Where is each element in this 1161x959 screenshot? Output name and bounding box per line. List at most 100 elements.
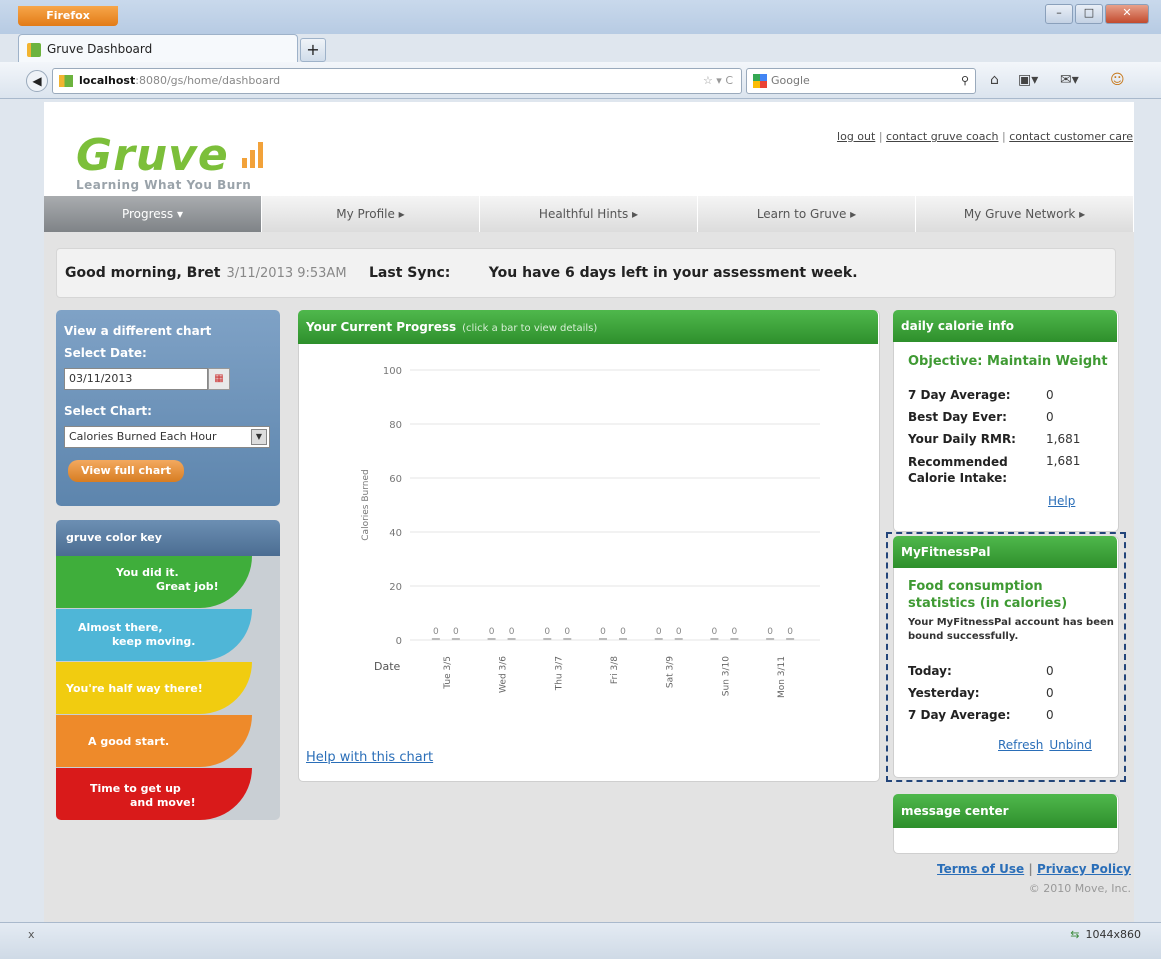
window-titlebar bbox=[0, 0, 1161, 34]
stat-value: 0 bbox=[1046, 410, 1054, 424]
band-text: and move! bbox=[130, 796, 196, 809]
chart-bar bbox=[451, 638, 460, 640]
progress-title: Your Current Progress bbox=[306, 320, 457, 334]
home-icon[interactable]: ⌂ bbox=[990, 70, 999, 90]
stat-value: 0 bbox=[1046, 388, 1054, 402]
url-path: :8080/gs/home/dashboard bbox=[135, 74, 281, 87]
chart-select[interactable]: Calories Burned Each Hour ▼ bbox=[64, 426, 270, 448]
privacy-link[interactable]: Privacy Policy bbox=[1037, 862, 1131, 876]
help-with-chart-link[interactable]: Help with this chart bbox=[306, 750, 433, 765]
bar-data-label: 0 bbox=[656, 627, 662, 637]
calorie-help-link[interactable]: Help bbox=[1048, 494, 1075, 508]
terms-link[interactable]: Terms of Use bbox=[937, 862, 1024, 876]
nav-healthful-hints[interactable]: Healthful Hints ▸ bbox=[480, 196, 698, 232]
favicon-icon bbox=[27, 42, 41, 57]
chart-bar bbox=[654, 638, 663, 640]
color-key-band-orange: A good start. bbox=[56, 715, 252, 767]
calorie-info-title: daily calorie info bbox=[893, 310, 1117, 342]
tagline: Learning What You Burn bbox=[76, 178, 252, 192]
bound-note: Your MyFitnessPal account has been bound… bbox=[908, 617, 1114, 642]
y-tick-label: 80 bbox=[389, 420, 402, 431]
calendar-icon[interactable]: ▦ bbox=[208, 368, 230, 390]
color-key-band-yellow: You're half way there! bbox=[56, 662, 252, 714]
bar-data-label: 0 bbox=[489, 627, 495, 637]
x-tick-label: Wed 3/6 bbox=[499, 656, 509, 693]
persona-icon[interactable]: ☺ bbox=[1110, 70, 1125, 90]
food-stats-title: Food consumption statistics (in calories… bbox=[908, 579, 1068, 611]
chevron-down-icon: ▼ bbox=[251, 429, 267, 445]
stat-label: Best Day Ever: bbox=[908, 410, 1007, 424]
header-links: log out | contact gruve coach | contact … bbox=[837, 130, 1133, 143]
bar-data-label: 0 bbox=[767, 627, 773, 637]
addon-icon[interactable]: ✉▾ bbox=[1060, 70, 1079, 90]
band-text: keep moving. bbox=[112, 635, 196, 648]
url-host: localhost bbox=[79, 74, 136, 87]
calories-chart[interactable]: 0 20 40 60 80 100 Calories Burned Date 0 0 Tue 3/5… bbox=[340, 350, 860, 730]
x-tick-label: Sun 3/10 bbox=[721, 656, 731, 696]
unbind-link[interactable]: Unbind bbox=[1049, 738, 1092, 752]
new-tab-button[interactable]: + bbox=[300, 38, 326, 62]
band-text: Great job! bbox=[156, 580, 219, 593]
window-size-indicator: ⇆ 1044x860 bbox=[1070, 928, 1141, 941]
myfitnesspal-title: MyFitnessPal bbox=[893, 536, 1117, 568]
chart-bar bbox=[674, 638, 683, 640]
color-key-band-blue: Almost there, keep moving. bbox=[56, 609, 252, 661]
window-size-text: 1044x860 bbox=[1085, 928, 1142, 941]
close-addon-bar-icon[interactable]: x bbox=[28, 928, 35, 941]
bar-data-label: 0 bbox=[509, 627, 515, 637]
stat-label: Your Daily RMR: bbox=[908, 432, 1016, 446]
search-bar[interactable]: Google ⚲ bbox=[746, 68, 976, 94]
google-icon bbox=[753, 74, 767, 88]
x-axis-label: Date bbox=[374, 660, 401, 673]
nav-my-profile[interactable]: My Profile ▸ bbox=[262, 196, 480, 232]
y-tick-label: 20 bbox=[389, 582, 402, 593]
mfp-value: 0 bbox=[1046, 686, 1054, 700]
x-tick-label: Mon 3/11 bbox=[777, 656, 787, 698]
firefox-menu-button[interactable]: Firefox bbox=[18, 6, 118, 26]
back-button[interactable]: ◀ bbox=[26, 70, 48, 92]
minimize-icon[interactable]: – bbox=[1045, 4, 1073, 24]
maximize-icon[interactable]: □ bbox=[1075, 4, 1103, 24]
chart-selector-panel: View a different chart Select Date: 03/1… bbox=[56, 310, 280, 506]
url-bar[interactable]: localhost:8080/gs/home/dashboard ☆ ▾ C bbox=[52, 68, 742, 94]
close-icon[interactable]: ✕ bbox=[1105, 4, 1149, 24]
bookmark-star-icon[interactable]: ☆ ▾ C bbox=[703, 69, 733, 93]
chart-bar bbox=[507, 638, 516, 640]
x-tick-label: Tue 3/5 bbox=[443, 656, 453, 690]
window-controls: – □ ✕ bbox=[1045, 4, 1149, 24]
logo-bars-icon bbox=[242, 140, 270, 168]
search-icon[interactable]: ⚲ bbox=[961, 69, 969, 93]
select-chart-label: Select Chart: bbox=[64, 404, 152, 418]
logout-link[interactable]: log out bbox=[837, 130, 875, 143]
bar-data-label: 0 bbox=[600, 627, 606, 637]
tab-title: Gruve Dashboard bbox=[47, 42, 153, 56]
bar-data-label: 0 bbox=[676, 627, 682, 637]
band-text: You're half way there! bbox=[66, 682, 203, 695]
contact-coach-link[interactable]: contact gruve coach bbox=[886, 130, 998, 143]
y-tick-label: 40 bbox=[389, 528, 402, 539]
date-input[interactable]: 03/11/2013 bbox=[64, 368, 208, 390]
stat-value: 1,681 bbox=[1046, 454, 1081, 468]
refresh-link[interactable]: Refresh bbox=[998, 738, 1043, 752]
chart-bar bbox=[599, 638, 607, 640]
x-tick-label: Fri 3/8 bbox=[610, 656, 620, 684]
view-full-chart-button[interactable]: View full chart bbox=[68, 460, 184, 482]
mfp-label: Today: bbox=[908, 664, 952, 678]
nav-progress[interactable]: Progress ▾ bbox=[44, 196, 262, 232]
screen-icon[interactable]: ▣▾ bbox=[1018, 70, 1038, 90]
browser-tab[interactable]: Gruve Dashboard bbox=[18, 34, 298, 63]
chart-bar bbox=[730, 638, 739, 640]
nav-learn-to-gruve[interactable]: Learn to Gruve ▸ bbox=[698, 196, 916, 232]
objective-text: Objective: Maintain Weight bbox=[908, 354, 1108, 369]
mfp-label: 7 Day Average: bbox=[908, 708, 1011, 722]
contact-care-link[interactable]: contact customer care bbox=[1009, 130, 1133, 143]
color-key-title: gruve color key bbox=[56, 520, 280, 556]
mfp-value: 0 bbox=[1046, 708, 1054, 722]
nav-my-gruve-network[interactable]: My Gruve Network ▸ bbox=[916, 196, 1134, 232]
chart-bar bbox=[431, 638, 440, 640]
color-key-band-red: Time to get up and move! bbox=[56, 768, 252, 820]
bar-data-label: 0 bbox=[453, 627, 459, 637]
gruve-logo[interactable]: Gruve bbox=[76, 130, 229, 181]
band-text: You did it. bbox=[116, 566, 179, 579]
bar-data-label: 0 bbox=[564, 627, 570, 637]
